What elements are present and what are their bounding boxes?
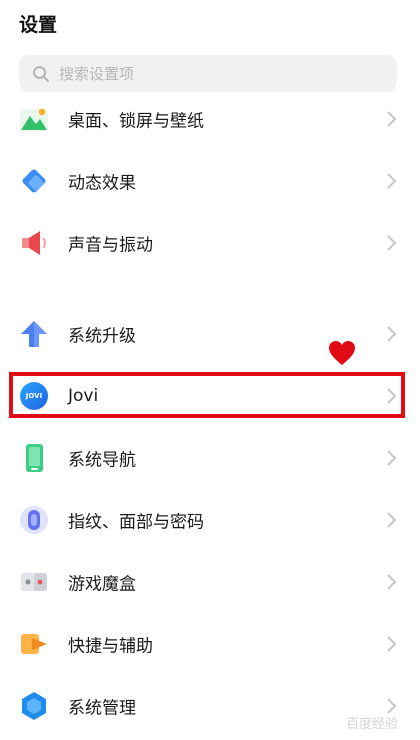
settings-item-label: 系统导航 [68, 450, 136, 471]
chevron-right-icon [387, 450, 397, 466]
settings-item-system-upgrade[interactable]: 系统升级 [0, 303, 420, 365]
chevron-right-icon [387, 173, 397, 189]
settings-item-wallpaper[interactable]: 桌面、锁屏与壁纸 [0, 88, 420, 150]
search-placeholder: 搜索设置项 [59, 65, 135, 83]
game-box-icon [18, 566, 50, 598]
search-input[interactable]: 搜索设置项 [19, 55, 397, 92]
settings-item-label: 系统升级 [68, 326, 136, 347]
dynamic-effect-icon [18, 165, 50, 197]
sound-icon [18, 227, 50, 259]
settings-item-system-navigation[interactable]: 系统导航 [0, 427, 420, 489]
chevron-right-icon [387, 326, 397, 342]
chevron-right-icon [387, 235, 397, 251]
chevron-right-icon [387, 388, 397, 404]
system-manage-icon [18, 690, 50, 722]
chevron-right-icon [387, 636, 397, 652]
fingerprint-icon [18, 504, 50, 536]
settings-item-label: 声音与振动 [68, 235, 153, 256]
settings-item-label: 游戏魔盒 [68, 574, 136, 595]
search-icon [31, 64, 51, 84]
chevron-right-icon [387, 574, 397, 590]
heart-icon [329, 341, 355, 365]
settings-item-label: 快捷与辅助 [68, 636, 153, 657]
settings-item-label: 指纹、面部与密码 [68, 512, 204, 533]
settings-item-dynamic-effect[interactable]: 动态效果 [0, 150, 420, 212]
settings-item-fingerprint[interactable]: 指纹、面部与密码 [0, 489, 420, 551]
shortcut-icon [18, 628, 50, 660]
settings-item-shortcut[interactable]: 快捷与辅助 [0, 613, 420, 675]
settings-item-label: 动态效果 [68, 173, 136, 194]
settings-item-label: 桌面、锁屏与壁纸 [68, 111, 204, 132]
section-divider [0, 280, 420, 304]
page-title: 设置 [19, 14, 58, 36]
settings-item-game-box[interactable]: 游戏魔盒 [0, 551, 420, 613]
settings-item-sound[interactable]: 声音与振动 [0, 212, 420, 274]
settings-item-label: Jovi [68, 386, 99, 406]
jovi-badge-text: JOVI [25, 392, 43, 400]
upgrade-arrow-icon [18, 318, 50, 350]
settings-item-jovi[interactable]: JOVI Jovi [0, 365, 420, 427]
navigation-phone-icon [18, 442, 50, 474]
chevron-right-icon [387, 111, 397, 127]
settings-item-label: 系统管理 [68, 698, 136, 719]
chevron-right-icon [387, 512, 397, 528]
wallpaper-icon [18, 103, 50, 135]
jovi-icon: JOVI [18, 380, 50, 412]
watermark: 百度经验 [345, 717, 398, 732]
